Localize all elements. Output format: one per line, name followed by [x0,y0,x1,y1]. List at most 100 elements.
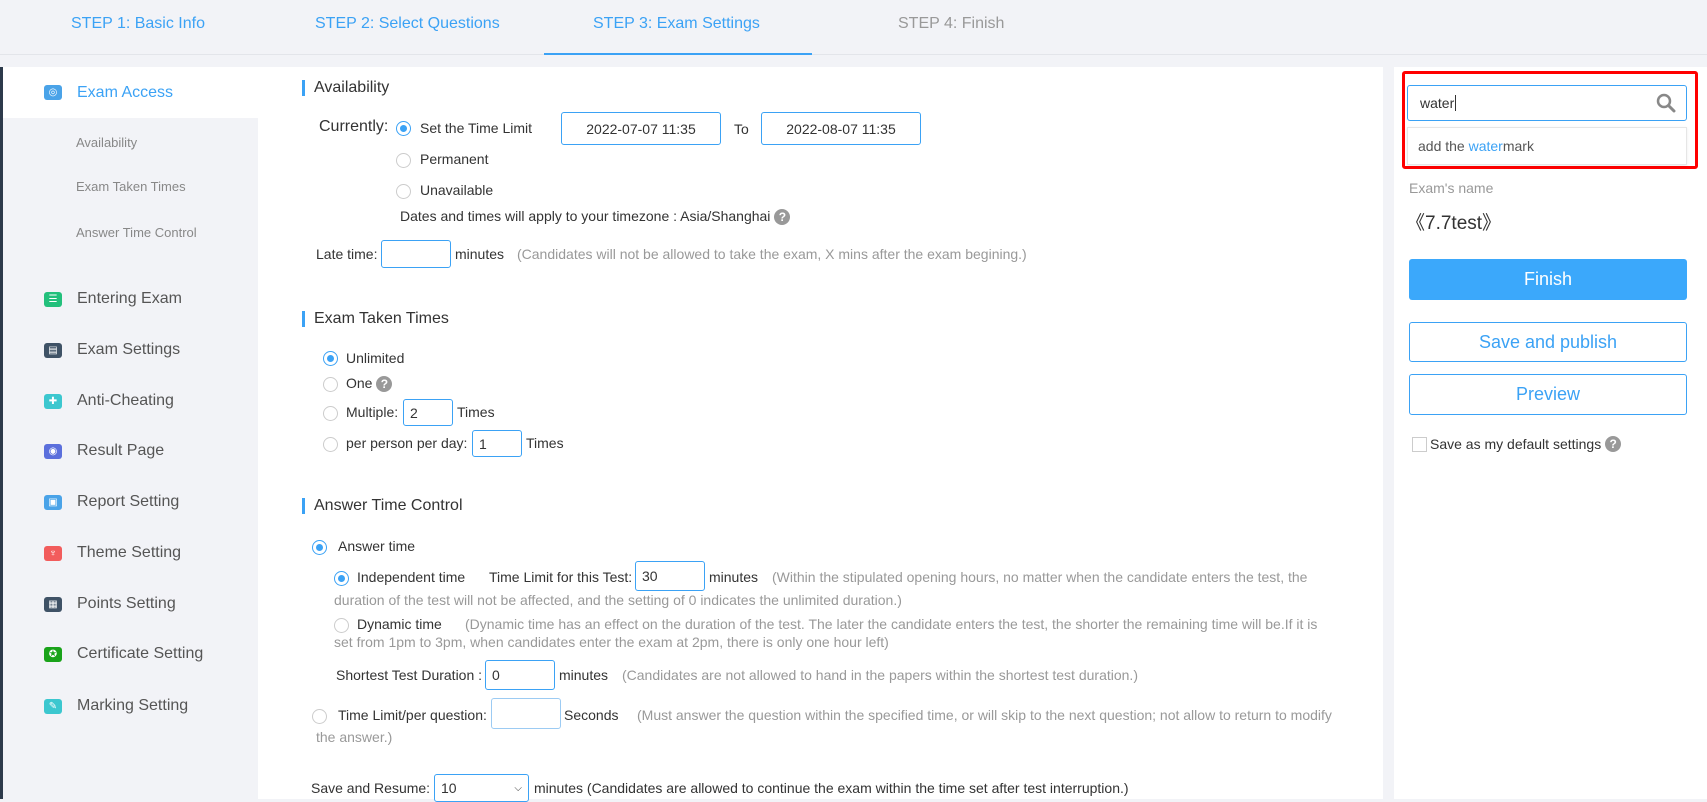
sidebar-item-marking-setting[interactable]: ✎ Marking Setting [3,686,258,726]
radio-one[interactable] [323,377,338,392]
radio-permanent[interactable] [396,153,411,168]
sidebar-item-label: Entering Exam [77,290,182,307]
eye-icon: ◉ [44,443,62,459]
radio-dynamic-time[interactable] [334,618,349,633]
settings-panel-icon: ▤ [44,342,62,358]
sidebar-sub-exam-taken-times[interactable]: Exam Taken Times [76,179,186,194]
radio-unlimited[interactable] [323,351,338,366]
timezone-note-text: Dates and times will apply to your timez… [400,208,771,224]
dynamic-time-label: Dynamic time [357,616,442,632]
sidebar-item-label: Certificate Setting [77,645,204,662]
sidebar-item-label: Theme Setting [77,544,182,561]
gift-icon: ▦ [44,596,62,612]
help-icon[interactable]: ? [1605,436,1622,452]
radio-set-time-limit[interactable] [396,121,411,136]
sidebar-item-certificate-setting[interactable]: ✪ Certificate Setting [3,634,258,674]
default-settings-checkbox[interactable] [1412,436,1427,452]
tab-step-1[interactable]: STEP 1: Basic Info [71,15,205,33]
chevron-down-icon: ⌵ [514,782,522,794]
timezone-note: Dates and times will apply to your timez… [400,208,791,226]
independent-hint-line1: (Within the stipulated opening hours, no… [772,569,1308,585]
save-resume-select[interactable]: 10 ⌵ [434,774,529,802]
search-icon[interactable] [1656,93,1676,113]
per-question-hint-line1: (Must answer the question within the spe… [637,707,1332,723]
sidebar-item-label: Points Setting [77,595,176,612]
exam-name-label: Exam's name [1409,180,1494,196]
sidebar-item-exam-settings[interactable]: ▤ Exam Settings [3,330,258,370]
sidebar-item-points-setting[interactable]: ▦ Points Setting [3,584,258,624]
shortest-duration-input[interactable]: 0 [485,660,555,690]
radio-unavailable[interactable] [396,184,411,199]
section-title-exam-taken-times: Exam Taken Times [302,311,449,327]
sidebar-item-label: Exam Settings [77,341,181,358]
per-question-hint-line2: the answer.) [316,729,393,745]
set-time-limit-label: Set the Time Limit [420,120,533,136]
sidebar-item-anti-cheating[interactable]: ✚ Anti-Cheating [3,381,258,421]
radio-answer-time[interactable] [312,540,327,555]
per-question-label: Time Limit/per question: [338,707,487,723]
report-icon: ▣ [44,494,62,510]
time-limit-label: Time Limit for this Test: [489,569,633,585]
preview-button[interactable]: Preview [1409,374,1687,415]
finish-button[interactable]: Finish [1409,259,1687,300]
late-minutes-label: minutes [455,246,505,262]
search-suggestion[interactable]: add the watermark [1407,127,1687,165]
start-datetime-input[interactable]: 2022-07-07 11:35 [561,112,721,145]
sidebar-item-result-page[interactable]: ◉ Result Page [3,431,258,471]
save-resume-value: 10 [441,780,457,796]
independent-time-label: Independent time [357,569,466,585]
tab-step-3[interactable]: STEP 3: Exam Settings [593,15,760,33]
late-time-input[interactable] [381,240,451,268]
sidebar-item-report-setting[interactable]: ▣ Report Setting [3,482,258,522]
help-icon[interactable]: ? [376,376,393,393]
sidebar-item-label: Anti-Cheating [77,392,174,409]
time-limit-minutes: minutes [709,569,759,585]
radio-independent-time[interactable] [334,571,349,586]
per-question-input[interactable] [491,698,561,729]
sidebar-item-entering-exam[interactable]: ☰ Entering Exam [3,279,258,319]
help-icon[interactable]: ? [774,209,791,226]
list-icon: ☰ [44,291,62,307]
shortest-duration-label: Shortest Test Duration : [336,667,483,683]
search-input[interactable]: water [1407,85,1687,121]
multiple-times-input[interactable]: 2 [403,399,453,426]
search-input-value: water [1420,95,1457,111]
settings-panel [258,67,1383,799]
save-and-publish-button[interactable]: Save and publish [1409,322,1687,362]
shortest-duration-minutes: minutes [559,667,609,683]
section-title-answer-time-control: Answer Time Control [302,498,463,514]
answer-time-label: Answer time [338,538,416,554]
end-datetime-input[interactable]: 2022-08-07 11:35 [761,112,921,145]
radio-per-person-per-day[interactable] [323,437,338,452]
tab-step-4[interactable]: STEP 4: Finish [898,15,1004,33]
time-limit-input[interactable]: 30 [635,561,705,591]
lock-icon: ◎ [44,85,62,100]
radio-multiple[interactable] [323,406,338,421]
late-time-label: Late time: [316,246,378,262]
save-resume-label: Save and Resume: [311,780,431,796]
certificate-icon: ✪ [44,646,62,662]
per-day-times-input[interactable]: 1 [472,430,522,457]
active-tab-indicator [544,53,812,55]
multiple-label: Multiple: [346,404,399,420]
sidebar-item-exam-access[interactable]: ◎ Exam Access [3,67,258,118]
currently-label: Currently: [319,118,389,135]
one-label: One? [346,375,393,393]
unlimited-label: Unlimited [346,350,405,366]
per-question-seconds: Seconds [564,707,619,723]
permanent-label: Permanent [420,151,489,167]
tab-step-2[interactable]: STEP 2: Select Questions [315,15,500,33]
radio-time-limit-per-question[interactable] [312,709,327,724]
save-resume-hint-text: minutes (Candidates are allowed to conti… [534,780,1129,796]
sidebar-item-theme-setting[interactable]: ♆ Theme Setting [3,533,258,573]
sidebar-sub-answer-time-control[interactable]: Answer Time Control [76,225,197,240]
sidebar-sub-availability[interactable]: Availability [76,135,137,150]
late-time-hint: (Candidates will not be allowed to take … [517,246,1027,262]
save-resume-hint: minutes (Candidates are allowed to conti… [534,780,1129,796]
per-day-label: per person per day: [346,435,468,451]
multiple-times-unit: Times [457,404,495,420]
sidebar: ◎ Exam Access Availability Exam Taken Ti… [0,67,258,799]
shortest-duration-hint: (Candidates are not allowed to hand in t… [622,667,1138,683]
default-settings-label: Save as my default settings [1430,436,1602,452]
shirt-icon: ♆ [44,545,62,561]
